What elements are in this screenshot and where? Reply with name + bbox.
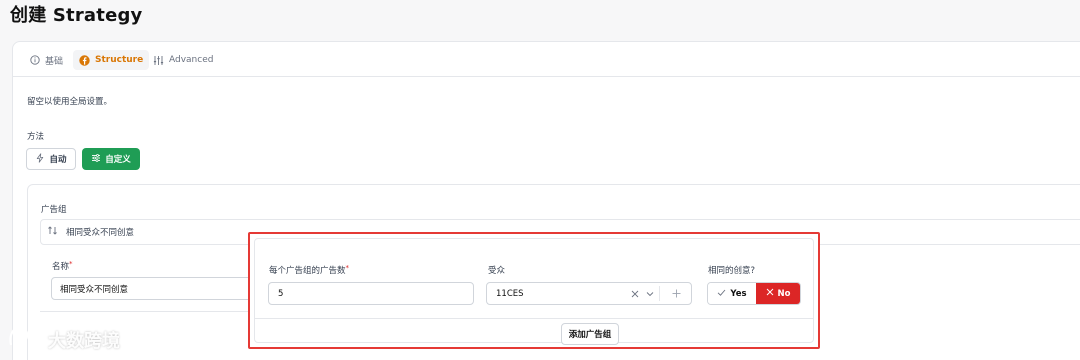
facebook-icon (79, 54, 90, 66)
check-icon (717, 288, 726, 300)
method-custom-label: 自定义 (105, 155, 131, 165)
tab-bar: 基础 Structure Advanced (13, 42, 1080, 77)
tab-basic[interactable]: 基础 (23, 50, 69, 70)
required-mark: * (69, 260, 73, 268)
highlight-box: 每个广告组的广告数* 5 受众 11CES 相同的创意? Yes No 添加广告… (248, 232, 820, 349)
tab-basic-label: 基础 (45, 56, 64, 67)
watermark-logo-icon (8, 325, 42, 354)
name-input[interactable]: 相同受众不同创意 (51, 277, 261, 300)
yes-label: Yes (730, 288, 747, 299)
ads-per-group-label: 每个广告组的广告数* (269, 264, 349, 276)
hint-text: 留空以使用全局设置。 (27, 97, 113, 107)
ads-per-group-label-text: 每个广告组的广告数 (269, 266, 346, 276)
required-mark: * (345, 264, 350, 272)
clear-icon[interactable] (629, 283, 641, 304)
method-label: 方法 (27, 132, 45, 142)
adgroup-fields-panel: 每个广告组的广告数* 5 受众 11CES 相同的创意? Yes No 添加广告… (254, 238, 814, 345)
audience-label: 受众 (488, 266, 506, 276)
method-custom-button[interactable]: 自定义 (82, 148, 140, 170)
info-icon (29, 55, 40, 66)
tab-advanced-label: Advanced (169, 55, 214, 65)
lightning-icon (35, 152, 45, 166)
audience-value: 11CES (496, 288, 524, 299)
watermark: 大数跨境 (8, 325, 120, 354)
close-icon (766, 288, 774, 299)
no-label: No (777, 288, 791, 299)
name-label: 名称* (52, 260, 73, 272)
no-button[interactable]: No (756, 283, 800, 304)
sliders-icon (153, 55, 164, 66)
tab-structure[interactable]: Structure (73, 50, 150, 70)
page-title: 创建 Strategy (10, 5, 143, 26)
same-creative-toggle: Yes No (707, 282, 801, 305)
panel-divider (255, 318, 813, 319)
sort-arrows-icon (47, 225, 58, 239)
watermark-text: 大数跨境 (48, 330, 120, 352)
chevron-down-icon[interactable] (644, 283, 656, 304)
name-label-text: 名称 (52, 262, 70, 272)
settings-sliders-icon (91, 153, 101, 166)
plus-icon[interactable] (667, 283, 685, 304)
add-adgroup-button[interactable]: 添加广告组 (561, 323, 619, 345)
tab-structure-label: Structure (95, 55, 144, 65)
adgroup-label: 广告组 (41, 205, 67, 215)
select-separator (659, 286, 660, 301)
audience-select[interactable]: 11CES (486, 282, 692, 305)
yes-button[interactable]: Yes (708, 283, 756, 304)
same-creative-label: 相同的创意? (708, 266, 756, 276)
ads-per-group-input[interactable]: 5 (268, 282, 474, 305)
field-divider (40, 311, 277, 312)
adgroup-accordion-title: 相同受众不同创意 (66, 228, 135, 238)
method-auto-label: 自动 (49, 155, 67, 165)
method-auto-button[interactable]: 自动 (26, 148, 76, 170)
tab-advanced[interactable]: Advanced (147, 50, 219, 70)
